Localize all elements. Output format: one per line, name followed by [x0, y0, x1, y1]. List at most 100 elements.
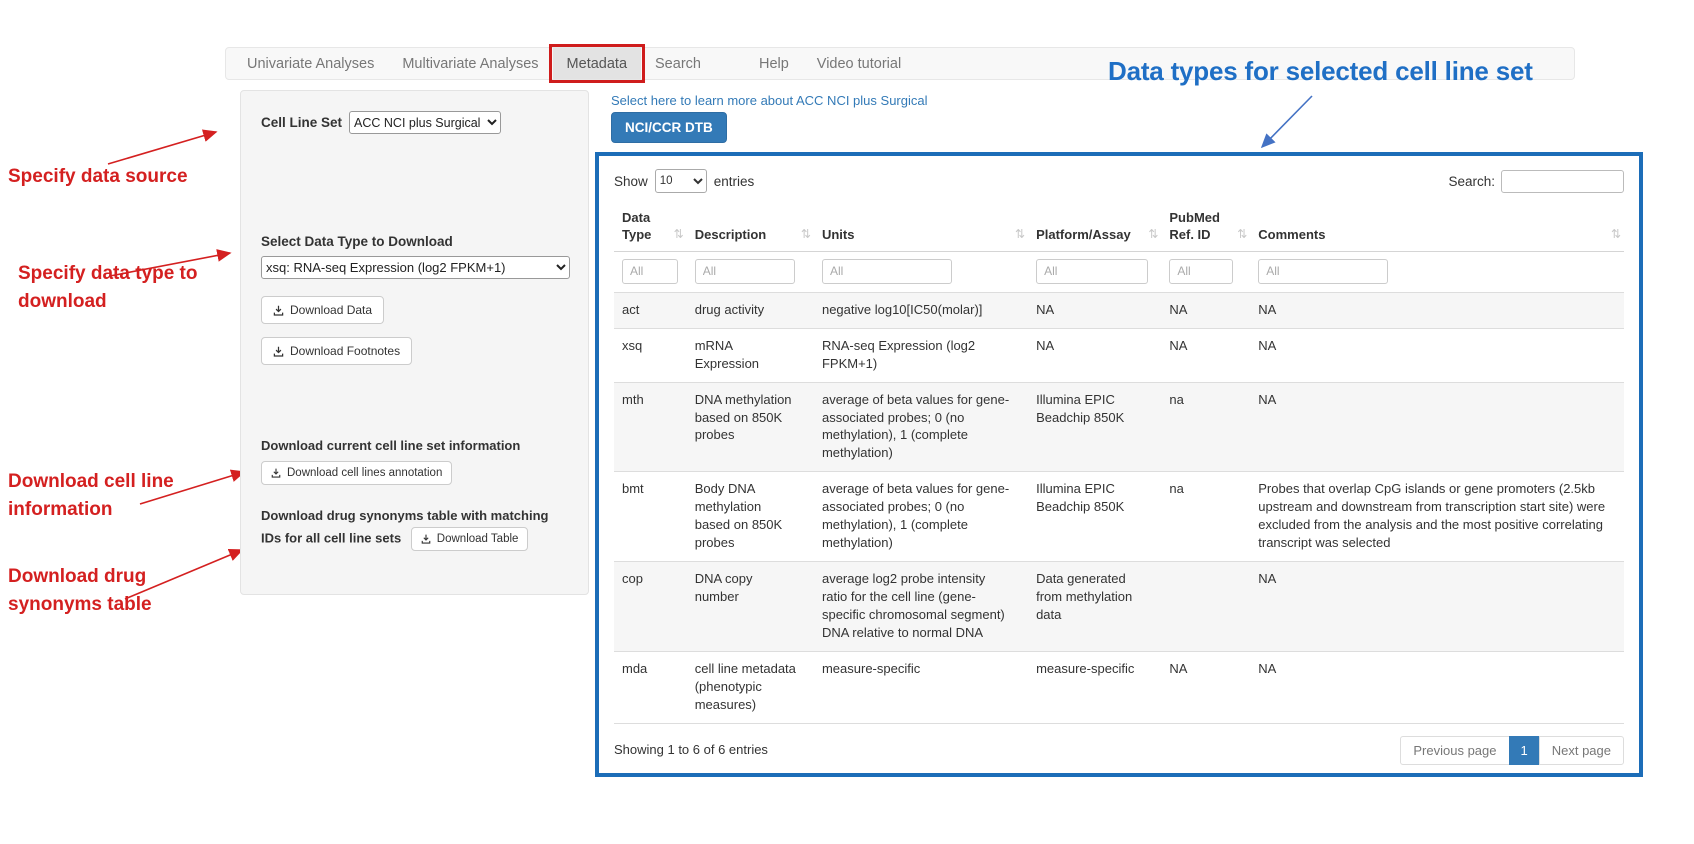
- search-input[interactable]: [1501, 170, 1624, 193]
- table-cell: NA: [1161, 292, 1250, 328]
- data-type-label: Select Data Type to Download: [261, 234, 568, 249]
- table-body: actdrug activitynegative log10[IC50(mola…: [614, 292, 1624, 723]
- table-cell: Illumina EPIC Beadchip 850K: [1028, 472, 1161, 562]
- table-cell: NA: [1250, 562, 1624, 652]
- column-header-label: Units: [822, 227, 855, 242]
- annotation-title: Data types for selected cell line set: [1108, 56, 1533, 87]
- cell-line-set-select[interactable]: ACC NCI plus Surgical: [349, 111, 501, 134]
- table-cell: average of beta values for gene-associat…: [814, 382, 1028, 472]
- table-cell: NA: [1250, 651, 1624, 723]
- table-cell: cell line metadata (phenotypic measures): [687, 651, 814, 723]
- download-data-label: Download Data: [290, 303, 372, 317]
- table-cell: negative log10[IC50(molar)]: [814, 292, 1028, 328]
- filter-input-description[interactable]: [695, 259, 795, 284]
- table-cell: NA: [1028, 292, 1161, 328]
- filter-input-pubmed-ref-id[interactable]: [1169, 259, 1233, 284]
- table-cell: NA: [1161, 651, 1250, 723]
- tab-help[interactable]: Help: [745, 48, 803, 79]
- data-source-button[interactable]: NCI/CCR DTB: [611, 112, 727, 143]
- pagination: Previous page 1 Next page: [1400, 736, 1624, 765]
- metadata-table: Data Type⇅ Description ⇅ Units ⇅ Platform/…: [614, 205, 1624, 724]
- sort-icon[interactable]: ⇅: [1015, 227, 1025, 243]
- table-cell: NA: [1250, 382, 1624, 472]
- sort-icon[interactable]: ⇅: [1611, 227, 1621, 243]
- page-length-select[interactable]: 10: [655, 169, 707, 193]
- show-label: Show: [614, 174, 648, 189]
- table-row: xsqmRNA ExpressionRNA-seq Expression (lo…: [614, 328, 1624, 382]
- column-header-units[interactable]: Units ⇅: [814, 205, 1028, 251]
- table-cell: act: [614, 292, 687, 328]
- table-cell: mRNA Expression: [687, 328, 814, 382]
- metadata-table-container: Show 10 entries Search: Data Type⇅ Descr…: [595, 152, 1643, 777]
- column-header-label: Comments: [1258, 227, 1325, 242]
- tab-univariate-analyses[interactable]: Univariate Analyses: [233, 48, 388, 79]
- table-cell: mth: [614, 382, 687, 472]
- column-header-description[interactable]: Description ⇅: [687, 205, 814, 251]
- table-row: mthDNA methylation based on 850K probesa…: [614, 382, 1624, 472]
- column-header-label: PubMed Ref. ID: [1169, 210, 1220, 242]
- filter-input-platform-assay[interactable]: [1036, 259, 1148, 284]
- cell-line-info-label: Download current cell line set informati…: [261, 438, 568, 453]
- learn-more-link[interactable]: Select here to learn more about ACC NCI …: [611, 93, 928, 108]
- entries-label: entries: [714, 174, 755, 189]
- download-icon: [421, 534, 431, 544]
- filter-input-data-type[interactable]: [622, 259, 678, 284]
- column-header-data-type[interactable]: Data Type⇅: [614, 205, 687, 251]
- table-cell: measure-specific: [1028, 651, 1161, 723]
- table-row: mdacell line metadata (phenotypic measur…: [614, 651, 1624, 723]
- sort-icon[interactable]: ⇅: [801, 227, 811, 243]
- download-icon: [273, 305, 284, 316]
- annotation-specify-data-type: Specify data type to download: [18, 260, 233, 315]
- tab-search[interactable]: Search: [641, 48, 715, 79]
- column-header-pubmed-ref-id[interactable]: PubMed Ref. ID ⇅: [1161, 205, 1250, 251]
- table-cell: na: [1161, 382, 1250, 472]
- filter-input-comments[interactable]: [1258, 259, 1388, 284]
- table-cell: NA: [1028, 328, 1161, 382]
- table-cell: mda: [614, 651, 687, 723]
- download-footnotes-label: Download Footnotes: [290, 344, 400, 358]
- table-cell: RNA-seq Expression (log2 FPKM+1): [814, 328, 1028, 382]
- table-cell: DNA copy number: [687, 562, 814, 652]
- search-label: Search:: [1448, 174, 1495, 189]
- annotation-specify-data-source: Specify data source: [8, 163, 228, 191]
- sort-icon[interactable]: ⇅: [1237, 227, 1247, 243]
- table-row: bmtBody DNA methylation based on 850K pr…: [614, 472, 1624, 562]
- next-page-button[interactable]: Next page: [1539, 736, 1624, 765]
- table-cell: NA: [1250, 328, 1624, 382]
- table-cell: Body DNA methylation based on 850K probe…: [687, 472, 814, 562]
- table-cell: NA: [1250, 292, 1624, 328]
- table-cell: NA: [1161, 328, 1250, 382]
- tab-metadata[interactable]: Metadata: [553, 48, 641, 79]
- column-header-platform-assay[interactable]: Platform/Assay ⇅: [1028, 205, 1161, 251]
- page-number-button[interactable]: 1: [1509, 736, 1540, 765]
- download-cell-lines-annotation-button[interactable]: Download cell lines annotation: [261, 461, 452, 485]
- cell-line-set-label: Cell Line Set: [261, 115, 342, 130]
- sort-icon[interactable]: ⇅: [674, 227, 684, 243]
- table-cell: xsq: [614, 328, 687, 382]
- table-cell: drug activity: [687, 292, 814, 328]
- table-cell: cop: [614, 562, 687, 652]
- tab-multivariate-analyses[interactable]: Multivariate Analyses: [388, 48, 552, 79]
- data-type-select[interactable]: xsq: RNA-seq Expression (log2 FPKM+1): [261, 256, 570, 279]
- table-cell: DNA methylation based on 850K probes: [687, 382, 814, 472]
- table-cell: average of beta values for gene-associat…: [814, 472, 1028, 562]
- tab-video-tutorial[interactable]: Video tutorial: [803, 48, 915, 79]
- previous-page-button[interactable]: Previous page: [1400, 736, 1509, 765]
- download-cell-lines-annotation-label: Download cell lines annotation: [287, 467, 442, 479]
- download-footnotes-button[interactable]: Download Footnotes: [261, 337, 412, 365]
- download-table-button[interactable]: Download Table: [411, 527, 529, 551]
- column-header-label: Description: [695, 227, 767, 242]
- column-header-comments[interactable]: Comments ⇅: [1250, 205, 1624, 251]
- table-summary: Showing 1 to 6 of 6 entries: [614, 736, 768, 757]
- download-icon: [271, 468, 281, 478]
- download-data-button[interactable]: Download Data: [261, 296, 384, 324]
- filter-input-units[interactable]: [822, 259, 952, 284]
- table-cell: measure-specific: [814, 651, 1028, 723]
- annotation-download-cell-line-info: Download cell line information: [8, 468, 203, 523]
- arrow-icon-data-types: [1262, 96, 1312, 147]
- column-header-label: Platform/Assay: [1036, 227, 1131, 242]
- table-cell: Probes that overlap CpG islands or gene …: [1250, 472, 1624, 562]
- table-filter-row: [614, 251, 1624, 292]
- sort-icon[interactable]: ⇅: [1148, 227, 1158, 243]
- arrow-icon-specify-source: [108, 132, 216, 164]
